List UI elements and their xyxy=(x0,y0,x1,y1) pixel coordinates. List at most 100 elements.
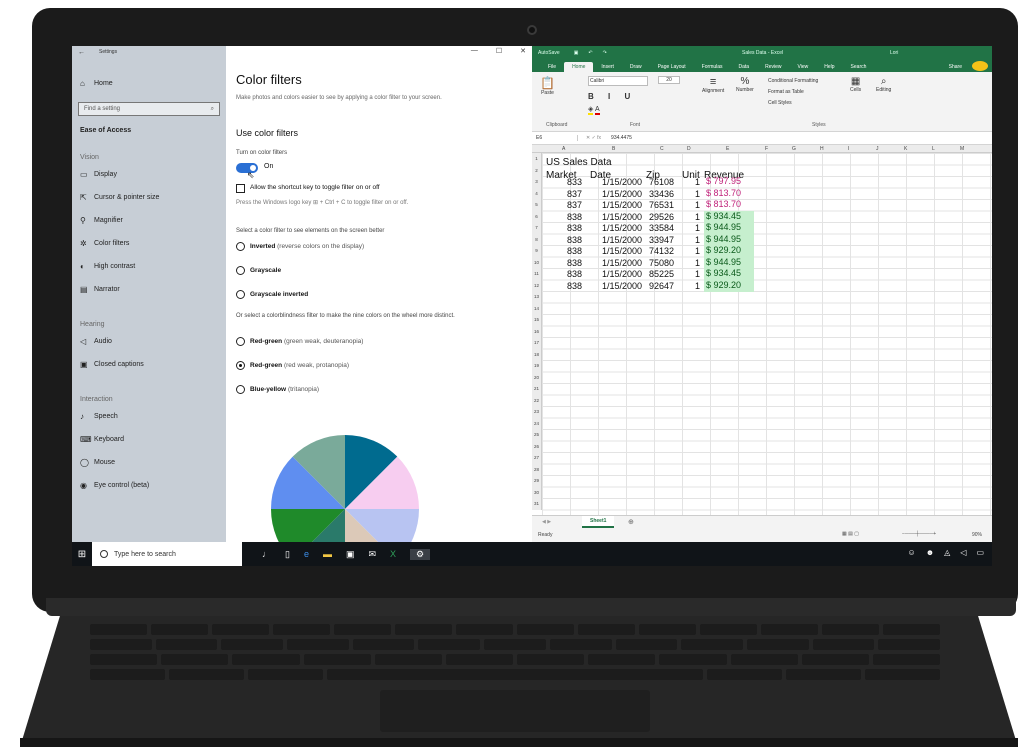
row-header[interactable]: 10 xyxy=(532,256,542,268)
undo-icon[interactable]: ↶ xyxy=(588,50,592,56)
cell-date[interactable]: 1/15/2000 xyxy=(586,200,642,210)
cell-unit[interactable]: 1 xyxy=(678,177,700,187)
cell-date[interactable]: 1/15/2000 xyxy=(586,281,642,291)
sheet-tab-sheet1[interactable]: Sheet1 xyxy=(582,516,615,528)
cell-zip[interactable]: 76531 xyxy=(642,200,674,210)
row-header[interactable]: 11 xyxy=(532,268,542,280)
bold-italic-underline-buttons[interactable]: B I U xyxy=(588,92,648,101)
tab-page-layout[interactable]: Page Layout xyxy=(650,62,694,72)
cell-unit[interactable]: 1 xyxy=(678,269,700,279)
radio-inverted[interactable] xyxy=(236,242,245,251)
row-header[interactable]: 31 xyxy=(532,498,542,510)
row-header[interactable]: 26 xyxy=(532,440,542,452)
alignment-button[interactable]: ≡ Alignment xyxy=(702,76,724,94)
row-header[interactable]: 1 xyxy=(532,153,542,165)
tab-insert[interactable]: Insert xyxy=(593,62,622,72)
radio-grayscale[interactable] xyxy=(236,266,245,275)
column-header[interactable]: H xyxy=(820,146,824,152)
row-header[interactable]: 30 xyxy=(532,486,542,498)
back-arrow-icon[interactable]: ← xyxy=(78,49,85,56)
column-header[interactable]: D xyxy=(687,146,691,152)
tab-review[interactable]: Review xyxy=(757,62,789,72)
nav-item-closed-captions[interactable]: ▣ Closed captions xyxy=(72,353,226,376)
column-header[interactable]: C xyxy=(660,146,664,152)
cell-market[interactable]: 838 xyxy=(546,223,582,233)
cell-revenue[interactable]: $ 797.95 xyxy=(704,176,754,188)
number-button[interactable]: % Number xyxy=(736,76,754,93)
cell-date[interactable]: 1/15/2000 xyxy=(586,235,642,245)
row-header[interactable]: 28 xyxy=(532,463,542,475)
row-header[interactable]: 9 xyxy=(532,245,542,257)
tab-home[interactable]: Home xyxy=(564,62,594,72)
row-header[interactable]: 13 xyxy=(532,291,542,303)
file-explorer-icon[interactable]: ▬ xyxy=(323,549,332,560)
row-header[interactable]: 20 xyxy=(532,371,542,383)
column-header[interactable]: I xyxy=(848,146,849,152)
paste-button[interactable]: 📋 Paste xyxy=(540,76,555,96)
row-header[interactable]: 5 xyxy=(532,199,542,211)
cell-revenue[interactable]: $ 934.45 xyxy=(704,210,754,223)
avatar-icon[interactable]: ☻ xyxy=(926,548,934,557)
nav-item-cursor[interactable]: ⇱ Cursor & pointer size xyxy=(72,186,226,209)
row-header[interactable]: 6 xyxy=(532,210,542,222)
row-header[interactable]: 25 xyxy=(532,429,542,441)
tab-formulas[interactable]: Formulas xyxy=(694,62,731,72)
row-header[interactable]: 2 xyxy=(532,164,542,176)
settings-search-input[interactable]: Find a setting ⌕ xyxy=(78,102,220,116)
column-header[interactable]: E xyxy=(726,146,729,152)
cell-market[interactable]: 838 xyxy=(546,258,582,268)
volume-icon[interactable]: ◁ xyxy=(960,548,966,557)
cells-button[interactable]: ▦ Cells xyxy=(850,76,861,93)
cell-date[interactable]: 1/15/2000 xyxy=(586,269,642,279)
row-header[interactable]: 7 xyxy=(532,222,542,234)
font-size-select[interactable]: 20 xyxy=(658,76,680,84)
cell-unit[interactable]: 1 xyxy=(678,212,700,222)
cell-revenue[interactable]: $ 934.45 xyxy=(704,268,754,280)
column-header[interactable]: J xyxy=(876,146,879,152)
nav-item-narrator[interactable]: ▤ Narrator xyxy=(72,278,226,301)
spreadsheet-grid[interactable]: A B C D E F G H I J K L M 1 2 3 4 5 6 7 8 9 10 11 1… xyxy=(532,145,992,515)
save-icon[interactable]: ▣ xyxy=(574,50,579,56)
feedback-smiley-icon[interactable] xyxy=(972,61,988,71)
edge-browser-icon[interactable]: e xyxy=(304,549,309,560)
cell-market[interactable]: 837 xyxy=(546,200,582,210)
formula-input[interactable]: 934.4475 xyxy=(601,135,632,141)
row-header[interactable]: 15 xyxy=(532,314,542,326)
row-header[interactable]: 23 xyxy=(532,406,542,418)
radio-grayscale-inverted[interactable] xyxy=(236,290,245,299)
cell-revenue[interactable]: $ 813.70 xyxy=(704,188,754,200)
close-icon[interactable]: ✕ xyxy=(520,47,526,55)
column-header[interactable]: B xyxy=(612,146,615,152)
people-icon[interactable]: ☺ xyxy=(908,548,916,557)
view-buttons-icon[interactable]: ▦ ▤ ▢ xyxy=(842,531,859,537)
name-box[interactable]: E6 xyxy=(532,135,578,141)
cell-unit[interactable]: 1 xyxy=(678,235,700,245)
row-header[interactable]: 24 xyxy=(532,417,542,429)
nav-home[interactable]: ⌂ Home xyxy=(72,74,226,92)
nav-item-display[interactable]: ▭ Display xyxy=(72,163,226,186)
notifications-icon[interactable]: ▭ xyxy=(976,548,984,557)
tab-data[interactable]: Data xyxy=(731,62,758,72)
minimize-icon[interactable]: — xyxy=(471,47,478,55)
font-name-select[interactable]: Calibri xyxy=(588,76,648,86)
cell-unit[interactable]: 1 xyxy=(678,281,700,291)
tab-search[interactable]: Search xyxy=(843,62,875,72)
radio-protanopia[interactable] xyxy=(236,361,245,370)
row-header[interactable]: 21 xyxy=(532,383,542,395)
nav-item-magnifier[interactable]: ⚲ Magnifier xyxy=(72,209,226,232)
column-header[interactable]: M xyxy=(960,146,964,152)
cell-zip[interactable]: 85225 xyxy=(642,269,674,279)
column-header[interactable]: A xyxy=(562,146,565,152)
redo-icon[interactable]: ↷ xyxy=(603,50,607,56)
zoom-level[interactable]: 90% xyxy=(972,532,982,538)
cell-zip[interactable]: 92647 xyxy=(642,281,674,291)
taskbar-search-box[interactable]: Type here to search xyxy=(92,542,242,566)
row-header[interactable]: 17 xyxy=(532,337,542,349)
microphone-icon[interactable]: ♩ xyxy=(262,549,271,560)
cell-revenue[interactable]: $ 944.95 xyxy=(704,233,754,246)
cell-date[interactable]: 1/15/2000 xyxy=(586,212,642,222)
radio-deuteranopia[interactable] xyxy=(236,337,245,346)
settings-taskbar-icon[interactable]: ⚙ xyxy=(410,548,431,560)
tab-draw[interactable]: Draw xyxy=(622,62,650,72)
cell-zip[interactable]: 75080 xyxy=(642,258,674,268)
